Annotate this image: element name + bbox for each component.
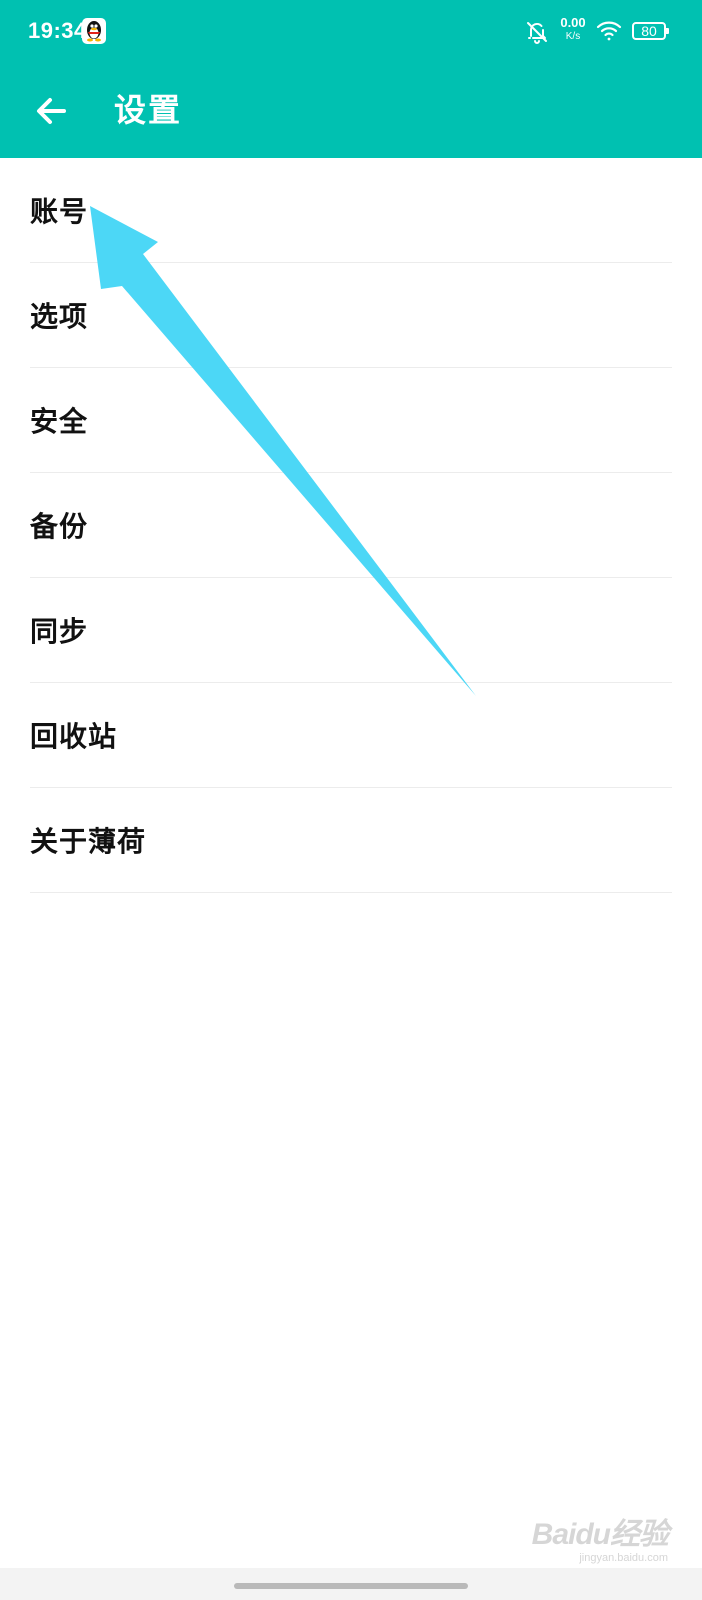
network-speed-unit: K/s — [565, 31, 581, 42]
status-bar: 19:34 0.00 K/s 80 — [0, 0, 702, 64]
status-icons: 0.00 K/s 80 — [524, 16, 674, 48]
settings-list: 账号 选项 安全 备份 同步 回收站 关于薄荷 — [0, 158, 702, 893]
wifi-icon — [596, 20, 622, 42]
settings-item-sync[interactable]: 同步 — [30, 578, 672, 683]
battery-icon: 80 — [632, 22, 669, 40]
settings-item-options[interactable]: 选项 — [30, 263, 672, 368]
back-button[interactable] — [28, 86, 78, 136]
gesture-pill[interactable] — [234, 1583, 468, 1589]
settings-item-label: 选项 — [30, 300, 89, 333]
app-bar: 设置 — [0, 64, 702, 158]
settings-item-backup[interactable]: 备份 — [30, 473, 672, 578]
settings-item-label: 关于薄荷 — [30, 825, 147, 858]
page-title: 设置 — [114, 91, 183, 129]
network-speed-value: 0.00 — [560, 15, 586, 30]
bell-off-icon — [524, 19, 550, 45]
settings-item-recycle-bin[interactable]: 回收站 — [30, 683, 672, 788]
arrow-left-icon — [37, 98, 66, 124]
status-time: 19:34 — [28, 18, 87, 43]
watermark-subtext: jingyan.baidu.com — [579, 1552, 668, 1564]
settings-item-about[interactable]: 关于薄荷 — [30, 788, 672, 893]
navigation-bar — [0, 1568, 702, 1600]
network-speed: 0.00 K/s — [558, 16, 588, 42]
settings-item-label: 回收站 — [30, 720, 118, 753]
settings-item-label: 同步 — [30, 615, 89, 648]
settings-item-label: 安全 — [30, 405, 89, 438]
watermark: Baidu经验 jingyan.baidu.com — [531, 1518, 669, 1565]
settings-item-account[interactable]: 账号 — [30, 158, 672, 263]
qq-icon — [82, 18, 106, 44]
settings-item-label: 备份 — [30, 510, 89, 543]
settings-item-label: 账号 — [30, 195, 89, 228]
settings-item-security[interactable]: 安全 — [30, 368, 672, 473]
watermark-logo: Baidu经验 — [531, 1518, 669, 1551]
